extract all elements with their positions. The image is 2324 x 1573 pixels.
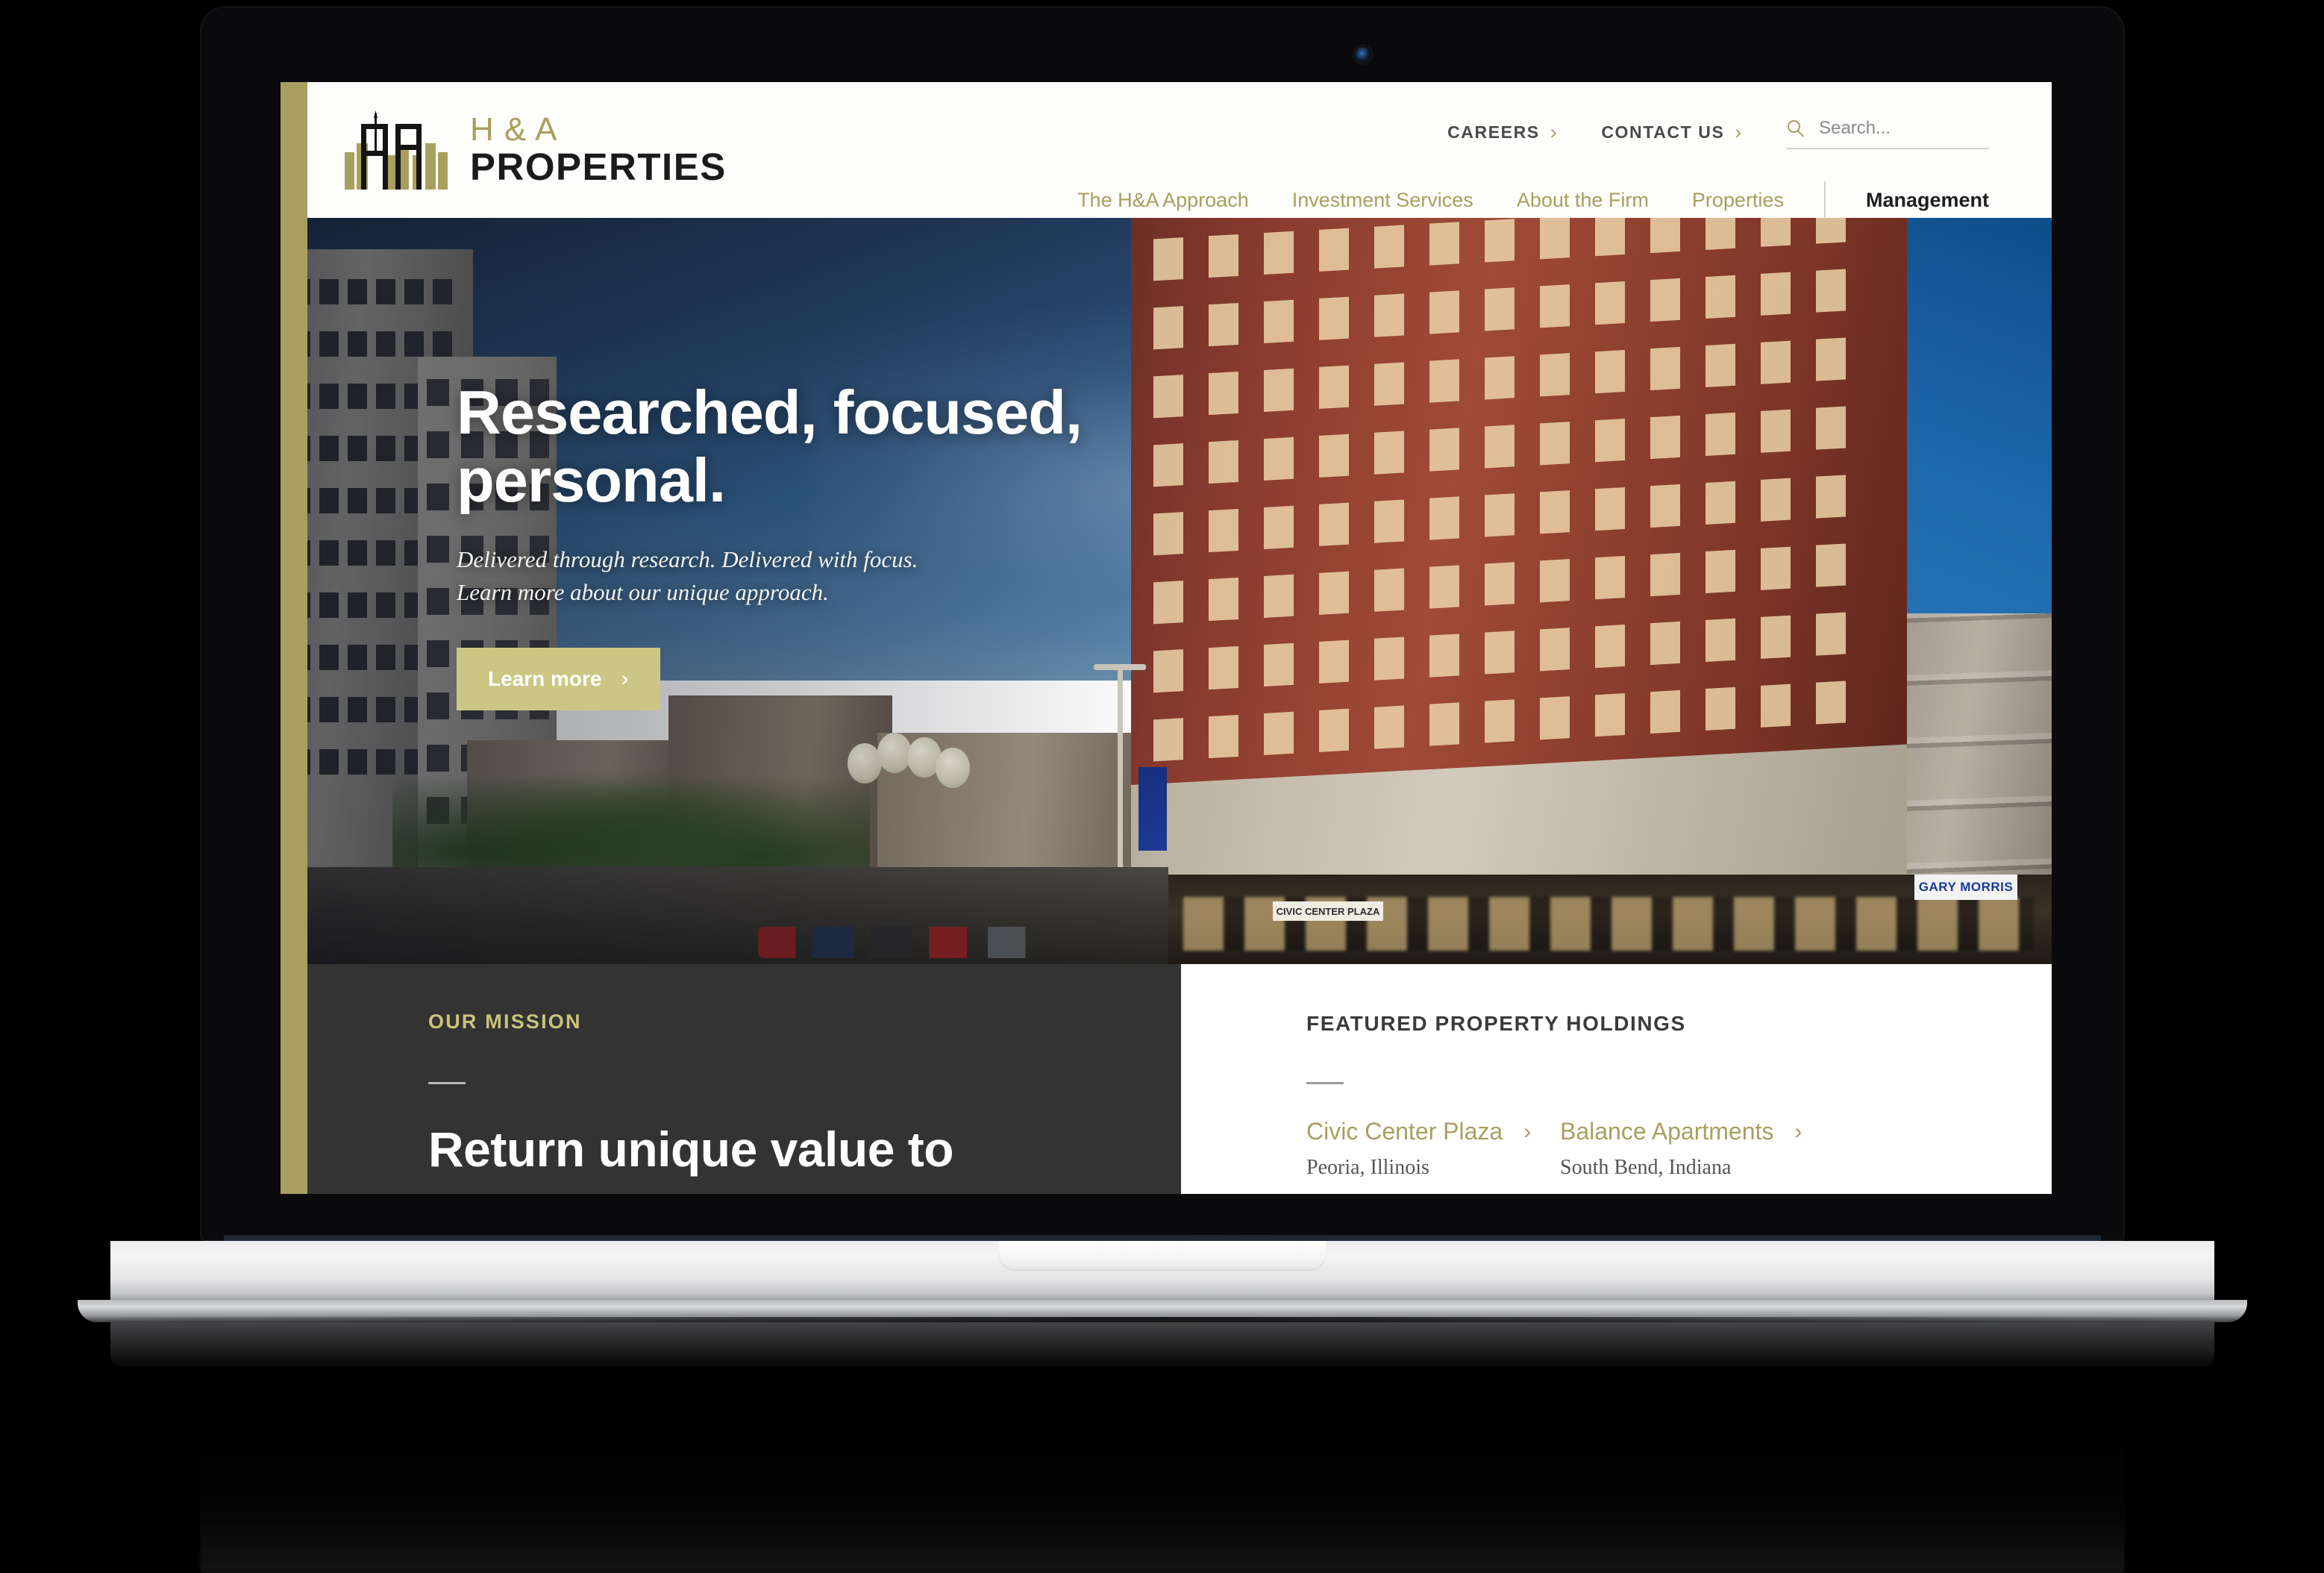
hero-headline-line-1: Researched, focused, (457, 378, 1083, 447)
property-link-balance-apartments[interactable]: Balance Apartments › (1560, 1118, 1814, 1145)
search-icon (1788, 120, 1804, 137)
nav-item-investment-services[interactable]: Investment Services (1292, 189, 1473, 212)
mission-heading: Return unique value to (428, 1122, 954, 1177)
laptop-device-mockup: H & A PROPERTIES Careers › Contact Us › (0, 0, 2324, 1573)
browser-viewport: H & A PROPERTIES Careers › Contact Us › (281, 82, 2052, 1194)
main-navigation: The H&A Approach Investment Services Abo… (1077, 181, 1989, 219)
utility-link-contact-us-label: Contact Us (1601, 122, 1725, 142)
utility-link-careers[interactable]: Careers › (1447, 122, 1558, 143)
property-name: Civic Center Plaza (1306, 1118, 1503, 1145)
laptop-front-notch (998, 1241, 1327, 1271)
lower-content-band: OUR MISSION Return unique value to FEATU… (281, 964, 2052, 1194)
screenshot-stage: H & A PROPERTIES Careers › Contact Us › (0, 0, 2324, 1573)
hero-headline-line-2: personal. (457, 445, 726, 516)
property-location: Peoria, Illinois (1306, 1156, 1429, 1179)
chevron-right-icon: › (1735, 120, 1743, 143)
left-gold-accent-bar (281, 82, 307, 1194)
search-box[interactable] (1786, 115, 1989, 149)
featured-property-list: Civic Center Plaza › Peoria, Illinois Ba… (1306, 1118, 2008, 1180)
civic-center-plaza-sign: CIVIC CENTER PLAZA (1273, 901, 1383, 921)
logo-line-1: H & A (470, 110, 558, 148)
logo-wordmark: H & A PROPERTIES (470, 113, 727, 189)
chevron-right-icon: › (621, 666, 629, 691)
website-page: H & A PROPERTIES Careers › Contact Us › (281, 82, 2052, 1194)
webcam-lens-icon (1356, 47, 1371, 62)
learn-more-button[interactable]: Learn more › (457, 647, 660, 710)
logo-line-2: PROPERTIES (470, 145, 727, 188)
chevron-right-icon: › (1794, 1119, 1802, 1144)
nav-item-the-h-a-approach[interactable]: The H&A Approach (1077, 189, 1249, 212)
featured-panel-title: FEATURED PROPERTY HOLDINGS (1306, 1012, 1686, 1035)
our-mission-panel: OUR MISSION Return unique value to (281, 964, 1181, 1194)
site-logo[interactable]: H & A PROPERTIES (342, 110, 727, 191)
nav-divider (1823, 181, 1826, 219)
list-item: Civic Center Plaza › Peoria, Illinois (1306, 1118, 1560, 1180)
property-name: Balance Apartments (1560, 1118, 1774, 1145)
featured-property-holdings-panel: FEATURED PROPERTY HOLDINGS Civic Center … (1181, 964, 2052, 1194)
utility-link-contact-us[interactable]: Contact Us › (1601, 122, 1743, 143)
skyline-hna-monogram-logo-icon (345, 110, 448, 190)
search-input[interactable] (1819, 118, 1976, 139)
utility-link-careers-label: Careers (1447, 122, 1540, 142)
property-link-civic-center-plaza[interactable]: Civic Center Plaza › (1306, 1118, 1560, 1145)
nav-item-properties[interactable]: Properties (1692, 189, 1784, 212)
property-location: South Bend, Indiana (1560, 1156, 1732, 1179)
hero-content: Researched, focused, personal. Delivered… (457, 378, 1083, 710)
featured-divider-rule (1306, 1082, 1344, 1084)
nav-item-about-the-firm[interactable]: About the Firm (1517, 189, 1649, 212)
laptop-screen-reflection (200, 1336, 2125, 1573)
hero-headline: Researched, focused, personal. (457, 378, 1083, 516)
gary-morris-sign: GARY MORRIS (1914, 875, 2017, 900)
chevron-right-icon: › (1523, 1119, 1532, 1144)
hero-section: CIVIC CENTER PLAZA GARY MORRIS Researche… (281, 218, 2052, 964)
site-header: H & A PROPERTIES Careers › Contact Us › (281, 82, 2052, 219)
list-item: Balance Apartments › South Bend, Indiana (1560, 1118, 1814, 1180)
learn-more-button-label: Learn more (488, 666, 602, 690)
nav-item-management[interactable]: Management (1866, 189, 1989, 212)
mission-divider-rule (428, 1082, 466, 1084)
utility-navigation: Careers › Contact Us › (1447, 115, 1989, 149)
mission-eyebrow-label: OUR MISSION (428, 1010, 582, 1033)
chevron-right-icon: › (1550, 120, 1559, 143)
hero-subtitle: Delivered through research. Delivered wi… (457, 545, 918, 605)
